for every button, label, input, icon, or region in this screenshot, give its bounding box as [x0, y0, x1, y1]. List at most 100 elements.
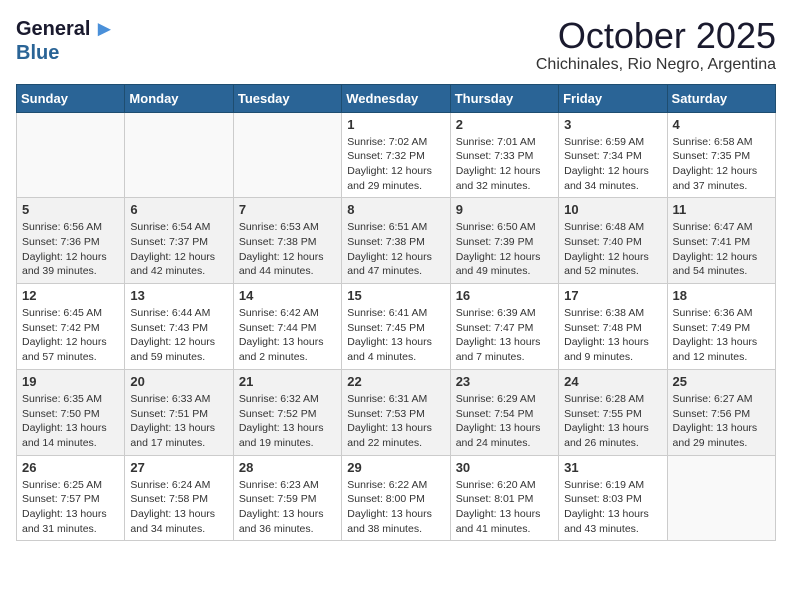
- day-number: 28: [239, 460, 336, 475]
- day-detail: Sunrise: 6:28 AM Sunset: 7:55 PM Dayligh…: [564, 392, 661, 451]
- day-number: 5: [22, 202, 119, 217]
- day-detail: Sunrise: 6:29 AM Sunset: 7:54 PM Dayligh…: [456, 392, 553, 451]
- calendar-week-row: 26 Sunrise: 6:25 AM Sunset: 7:57 PM Dayli…: [17, 455, 776, 541]
- month-title: October 2025: [536, 16, 776, 56]
- day-detail: Sunrise: 6:48 AM Sunset: 7:40 PM Dayligh…: [564, 220, 661, 279]
- day-number: 8: [347, 202, 444, 217]
- calendar-cell: 20Sunrise: 6:33 AM Sunset: 7:51 PM Dayli…: [125, 369, 233, 455]
- page-header: General ► Blue October 2025 Chichinales,…: [16, 16, 776, 74]
- calendar-cell: 31Sunrise: 6:19 AM Sunset: 8:03 PM Dayli…: [559, 455, 667, 541]
- weekday-header-friday: Friday: [559, 84, 667, 112]
- day-detail: Sunrise: 6:58 AM Sunset: 7:35 PM Dayligh…: [673, 135, 770, 194]
- calendar-cell: 22Sunrise: 6:31 AM Sunset: 7:53 PM Dayli…: [342, 369, 450, 455]
- day-detail: Sunrise: 6:24 AM Sunset: 7:58 PM Dayligh…: [130, 478, 227, 537]
- weekday-header-row: SundayMondayTuesdayWednesdayThursdayFrid…: [17, 84, 776, 112]
- calendar-week-row: 5 Sunrise: 6:56 AM Sunset: 7:36 PM Daylig…: [17, 198, 776, 284]
- day-number: 4: [673, 117, 770, 132]
- day-detail: Sunrise: 6:59 AM Sunset: 7:34 PM Dayligh…: [564, 135, 661, 194]
- calendar-cell: 30Sunrise: 6:20 AM Sunset: 8:01 PM Dayli…: [450, 455, 558, 541]
- day-detail: Sunrise: 6:38 AM Sunset: 7:48 PM Dayligh…: [564, 306, 661, 365]
- day-number: 19: [22, 374, 119, 389]
- calendar-title-area: October 2025 Chichinales, Rio Negro, Arg…: [536, 16, 776, 74]
- location-title: Chichinales, Rio Negro, Argentina: [536, 56, 776, 74]
- day-detail: Sunrise: 6:35 AM Sunset: 7:50 PM Dayligh…: [22, 392, 119, 451]
- calendar-cell: [667, 455, 775, 541]
- day-number: 14: [239, 288, 336, 303]
- day-detail: Sunrise: 6:56 AM Sunset: 7:36 PM Dayligh…: [22, 220, 119, 279]
- day-detail: Sunrise: 6:36 AM Sunset: 7:49 PM Dayligh…: [673, 306, 770, 365]
- calendar-week-row: 1 Sunrise: 7:02 AM Sunset: 7:32 PM Daylig…: [17, 112, 776, 198]
- calendar-week-row: 19 Sunrise: 6:35 AM Sunset: 7:50 PM Dayli…: [17, 369, 776, 455]
- day-detail: Sunrise: 6:42 AM Sunset: 7:44 PM Dayligh…: [239, 306, 336, 365]
- day-detail: Sunrise: 6:53 AM Sunset: 7:38 PM Dayligh…: [239, 220, 336, 279]
- day-detail: Sunrise: 6:20 AM Sunset: 8:01 PM Dayligh…: [456, 478, 553, 537]
- day-number: 21: [239, 374, 336, 389]
- day-number: 26: [22, 460, 119, 475]
- calendar-cell: 29 Sunrise: 6:22 AM Sunset: 8:00 PM Dayli…: [342, 455, 450, 541]
- day-detail: Sunrise: 6:50 AM Sunset: 7:39 PM Dayligh…: [456, 220, 553, 279]
- day-detail: Sunrise: 6:25 AM Sunset: 7:57 PM Dayligh…: [22, 478, 119, 537]
- calendar-week-row: 12Sunrise: 6:45 AM Sunset: 7:42 PM Dayli…: [17, 284, 776, 370]
- day-detail: Sunrise: 6:45 AM Sunset: 7:42 PM Dayligh…: [22, 306, 119, 365]
- calendar-cell: 16 Sunrise: 6:39 AM Sunset: 7:47 PM Dayli…: [450, 284, 558, 370]
- day-detail: Sunrise: 6:54 AM Sunset: 7:37 PM Dayligh…: [130, 220, 227, 279]
- calendar-cell: [17, 112, 125, 198]
- calendar-cell: 14 Sunrise: 6:42 AM Sunset: 7:44 PM Dayli…: [233, 284, 341, 370]
- calendar-cell: 25Sunrise: 6:27 AM Sunset: 7:56 PM Dayli…: [667, 369, 775, 455]
- calendar-cell: 8 Sunrise: 6:51 AM Sunset: 7:38 PM Daylig…: [342, 198, 450, 284]
- weekday-header-saturday: Saturday: [667, 84, 775, 112]
- day-number: 24: [564, 374, 661, 389]
- day-number: 1: [347, 117, 444, 132]
- day-number: 20: [130, 374, 227, 389]
- day-detail: Sunrise: 6:23 AM Sunset: 7:59 PM Dayligh…: [239, 478, 336, 537]
- day-number: 16: [456, 288, 553, 303]
- calendar-cell: 1 Sunrise: 7:02 AM Sunset: 7:32 PM Daylig…: [342, 112, 450, 198]
- calendar-cell: 15Sunrise: 6:41 AM Sunset: 7:45 PM Dayli…: [342, 284, 450, 370]
- day-detail: Sunrise: 6:51 AM Sunset: 7:38 PM Dayligh…: [347, 220, 444, 279]
- calendar-cell: 17 Sunrise: 6:38 AM Sunset: 7:48 PM Dayli…: [559, 284, 667, 370]
- calendar-cell: 5 Sunrise: 6:56 AM Sunset: 7:36 PM Daylig…: [17, 198, 125, 284]
- calendar-cell: 21 Sunrise: 6:32 AM Sunset: 7:52 PM Dayli…: [233, 369, 341, 455]
- day-detail: Sunrise: 7:02 AM Sunset: 7:32 PM Dayligh…: [347, 135, 444, 194]
- calendar-table: SundayMondayTuesdayWednesdayThursdayFrid…: [16, 84, 776, 542]
- calendar-cell: 24 Sunrise: 6:28 AM Sunset: 7:55 PM Dayli…: [559, 369, 667, 455]
- day-number: 23: [456, 374, 553, 389]
- logo-general: General: [16, 18, 90, 40]
- day-detail: Sunrise: 6:39 AM Sunset: 7:47 PM Dayligh…: [456, 306, 553, 365]
- day-number: 13: [130, 288, 227, 303]
- day-detail: Sunrise: 6:32 AM Sunset: 7:52 PM Dayligh…: [239, 392, 336, 451]
- calendar-cell: 11Sunrise: 6:47 AM Sunset: 7:41 PM Dayli…: [667, 198, 775, 284]
- logo-blue: Blue: [16, 42, 59, 64]
- calendar-cell: 19 Sunrise: 6:35 AM Sunset: 7:50 PM Dayli…: [17, 369, 125, 455]
- calendar-cell: 7Sunrise: 6:53 AM Sunset: 7:38 PM Daylig…: [233, 198, 341, 284]
- day-number: 3: [564, 117, 661, 132]
- weekday-header-tuesday: Tuesday: [233, 84, 341, 112]
- day-number: 15: [347, 288, 444, 303]
- calendar-cell: 18Sunrise: 6:36 AM Sunset: 7:49 PM Dayli…: [667, 284, 775, 370]
- calendar-cell: [233, 112, 341, 198]
- day-detail: Sunrise: 6:22 AM Sunset: 8:00 PM Dayligh…: [347, 478, 444, 537]
- day-number: 27: [130, 460, 227, 475]
- calendar-cell: [125, 112, 233, 198]
- calendar-cell: 4 Sunrise: 6:58 AM Sunset: 7:35 PM Daylig…: [667, 112, 775, 198]
- calendar-cell: 28 Sunrise: 6:23 AM Sunset: 7:59 PM Dayli…: [233, 455, 341, 541]
- day-number: 29: [347, 460, 444, 475]
- day-number: 6: [130, 202, 227, 217]
- calendar-cell: 3 Sunrise: 6:59 AM Sunset: 7:34 PM Daylig…: [559, 112, 667, 198]
- day-detail: Sunrise: 6:19 AM Sunset: 8:03 PM Dayligh…: [564, 478, 661, 537]
- weekday-header-wednesday: Wednesday: [342, 84, 450, 112]
- day-number: 22: [347, 374, 444, 389]
- weekday-header-thursday: Thursday: [450, 84, 558, 112]
- day-number: 11: [673, 202, 770, 217]
- day-detail: Sunrise: 6:44 AM Sunset: 7:43 PM Dayligh…: [130, 306, 227, 365]
- day-number: 2: [456, 117, 553, 132]
- day-number: 17: [564, 288, 661, 303]
- calendar-cell: 9Sunrise: 6:50 AM Sunset: 7:39 PM Daylig…: [450, 198, 558, 284]
- logo-arrow-icon: ►: [93, 16, 115, 42]
- calendar-cell: 2Sunrise: 7:01 AM Sunset: 7:33 PM Daylig…: [450, 112, 558, 198]
- calendar-cell: 26 Sunrise: 6:25 AM Sunset: 7:57 PM Dayli…: [17, 455, 125, 541]
- calendar-cell: 6 Sunrise: 6:54 AM Sunset: 7:37 PM Daylig…: [125, 198, 233, 284]
- day-detail: Sunrise: 6:27 AM Sunset: 7:56 PM Dayligh…: [673, 392, 770, 451]
- day-number: 10: [564, 202, 661, 217]
- calendar-cell: 12Sunrise: 6:45 AM Sunset: 7:42 PM Dayli…: [17, 284, 125, 370]
